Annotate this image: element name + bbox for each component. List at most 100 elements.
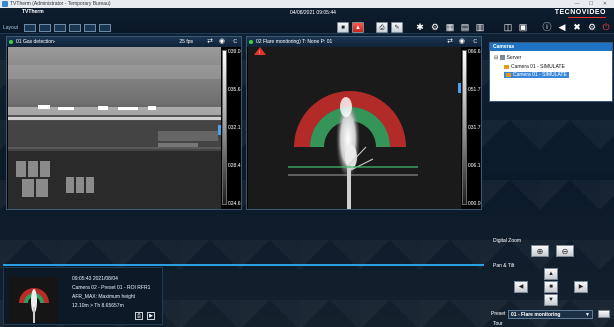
window-icon[interactable]: ▣ xyxy=(517,22,529,33)
print-button[interactable]: ⎙ xyxy=(376,22,388,33)
scale-bar xyxy=(222,50,227,205)
scale-label: 039.0 xyxy=(228,49,241,55)
app-icon xyxy=(2,1,8,7)
layout-3x1-button[interactable] xyxy=(54,24,66,32)
tree-item-server[interactable]: ⊟ Server xyxy=(494,55,521,61)
zoom-in-button[interactable]: ⊕ xyxy=(531,245,549,257)
camera-header: 01 Gas detection- 25 fps ⇄ ◉ C xyxy=(7,37,241,47)
options-icon[interactable]: ⚙ xyxy=(586,22,598,33)
tools-icon[interactable]: ✖ xyxy=(571,22,583,33)
app-header: TVTherm 04/08/2021 09:05:44 TECNOVIDEO L… xyxy=(0,8,614,34)
swap-icon[interactable]: ⇄ xyxy=(447,38,453,46)
scale-label: 066.6 xyxy=(468,49,481,55)
scale-marker[interactable] xyxy=(458,83,461,93)
preset-go-button[interactable] xyxy=(598,310,610,318)
layout-2x1-button[interactable] xyxy=(39,24,51,32)
event-time: 09:05:43 2021/08/04 xyxy=(72,276,118,282)
camera-icon xyxy=(504,65,509,69)
event-card[interactable]: 09:05:43 2021/08/04 Camera 02 - Preset 0… xyxy=(3,267,163,325)
snapshot-icon[interactable]: ◉ xyxy=(219,38,225,46)
temperature-scale: 039.0 035.6 032.1 028.4 024.6 xyxy=(218,47,241,209)
temperature-unit: C xyxy=(473,39,477,45)
power-icon[interactable]: ⏻ xyxy=(600,22,612,33)
play-event-icon[interactable]: ▶ xyxy=(147,312,155,320)
camera-fps: 25 fps xyxy=(179,39,193,45)
event-line-3: 12.10m > Th 8.65657m xyxy=(72,303,124,309)
layout-custom-button[interactable] xyxy=(99,24,111,32)
window-controls[interactable]: — ☐ ✕ xyxy=(575,0,611,8)
layout-grid-button[interactable] xyxy=(69,24,81,32)
preset-value: 01 - Flare monitoring xyxy=(511,312,561,318)
scale-label: 032.1 xyxy=(228,125,241,131)
layout-label: Layout xyxy=(3,25,19,31)
eraser-button[interactable]: ✎ xyxy=(391,22,403,33)
cameras-panel: Cameras ⊟ Server Camera 01 - SIMULATE Ca… xyxy=(489,42,613,102)
events-divider xyxy=(3,264,484,266)
snapshot-icon[interactable]: ◉ xyxy=(459,38,465,46)
thermal-view-gas[interactable] xyxy=(8,47,221,209)
tree-item-camera[interactable]: Camera 01 - SIMULATE xyxy=(504,64,565,70)
info-icon[interactable]: ⓘ xyxy=(541,22,553,33)
camera-pane-flare-monitoring[interactable]: 02 Flare monitoring) T: None P: 01 ⇄ ◉ C… xyxy=(246,36,482,210)
stop-button[interactable]: ■ xyxy=(337,22,349,33)
header-datetime: 04/08/2021 09:05:44 xyxy=(290,10,336,16)
server-icon xyxy=(499,55,505,60)
panel-icon[interactable]: ◫ xyxy=(502,22,514,33)
chevron-down-icon: ▼ xyxy=(585,312,590,318)
window-titlebar: TVTherm (Administrator - Temporary Burea… xyxy=(0,0,614,8)
tour-label: Tour xyxy=(493,321,503,327)
window-title: TVTherm (Administrator - Temporary Burea… xyxy=(10,1,111,7)
scale-label: 006.1 xyxy=(468,163,481,169)
video-icon[interactable]: ▤ xyxy=(459,22,471,33)
tilt-down-button[interactable]: ▼ xyxy=(544,294,558,306)
pan-tilt-home-button[interactable]: ■ xyxy=(544,281,558,293)
logo-underline xyxy=(568,17,606,18)
camera-title: 01 Gas detection- xyxy=(16,39,56,45)
pan-tilt-label: Pan & Tilt xyxy=(493,263,515,269)
layout-pip-button[interactable] xyxy=(84,24,96,32)
pan-left-button[interactable]: ◀ xyxy=(514,281,528,293)
tree-expand-icon[interactable]: ⊟ xyxy=(494,55,498,61)
event-thumbnail[interactable] xyxy=(9,277,59,323)
tree-item-label: Server xyxy=(506,55,522,61)
preset-select[interactable]: 01 - Flare monitoring ▼ xyxy=(508,310,593,319)
tree-item-camera-selected[interactable]: Camera 01 - SIMULATE xyxy=(504,72,569,78)
layout-1x1-button[interactable] xyxy=(24,24,36,32)
scale-label: 024.6 xyxy=(228,201,241,207)
camera-header: 02 Flare monitoring) T: None P: 01 ⇄ ◉ C xyxy=(247,37,481,47)
tree-item-label: Camera 01 - SIMULATE xyxy=(511,64,565,70)
report-icon[interactable]: ▥ xyxy=(474,22,486,33)
app-window: TVTherm (Administrator - Temporary Burea… xyxy=(0,0,614,327)
pan-right-button[interactable]: ▶ xyxy=(574,281,588,293)
swap-icon[interactable]: ⇄ xyxy=(207,38,213,46)
print-event-icon[interactable]: ⎙ xyxy=(135,312,143,320)
thermal-image-flare: ! xyxy=(248,47,461,209)
chart-icon[interactable]: ▦ xyxy=(444,22,456,33)
scale-label: 028.4 xyxy=(228,163,241,169)
digital-zoom-label: Digital Zoom xyxy=(493,238,522,244)
scale-label: 035.6 xyxy=(228,87,241,93)
config-gear-icon[interactable]: ⚙ xyxy=(429,22,441,33)
tree-item-label: Camera 01 - SIMULATE xyxy=(513,72,567,78)
sound-icon[interactable]: ◀ xyxy=(556,22,568,33)
temperature-scale: 066.6 051.7 031.7 006.1 000.0 xyxy=(458,47,481,209)
camera-icon xyxy=(506,73,511,77)
alarm-button[interactable]: ▲ xyxy=(352,22,364,33)
thermal-view-flare[interactable]: ! xyxy=(248,47,461,209)
scale-marker[interactable] xyxy=(218,125,221,135)
preset-label: Preset xyxy=(491,311,506,317)
company-logo: TECNOVIDEO xyxy=(554,9,606,16)
scale-label: 051.7 xyxy=(468,87,481,93)
event-line-1: Camera 02 - Preset 01 - ROI RFR1 xyxy=(72,285,151,291)
camera-status-dot xyxy=(9,40,13,44)
thermal-image-gas xyxy=(8,47,221,209)
settings-gear-icon[interactable]: ✱ xyxy=(414,22,426,33)
camera-title: 02 Flare monitoring) T: None P: 01 xyxy=(256,39,333,45)
camera-pane-gas-detection[interactable]: 01 Gas detection- 25 fps ⇄ ◉ C 039.0 035… xyxy=(6,36,242,210)
tilt-up-button[interactable]: ▲ xyxy=(544,268,558,280)
event-line-2: AFR_MAX: Maximum height xyxy=(72,294,136,300)
scale-label: 031.7 xyxy=(468,125,481,131)
zoom-out-button[interactable]: ⊖ xyxy=(556,245,574,257)
scale-label: 000.0 xyxy=(468,201,481,207)
camera-status-dot xyxy=(249,40,253,44)
